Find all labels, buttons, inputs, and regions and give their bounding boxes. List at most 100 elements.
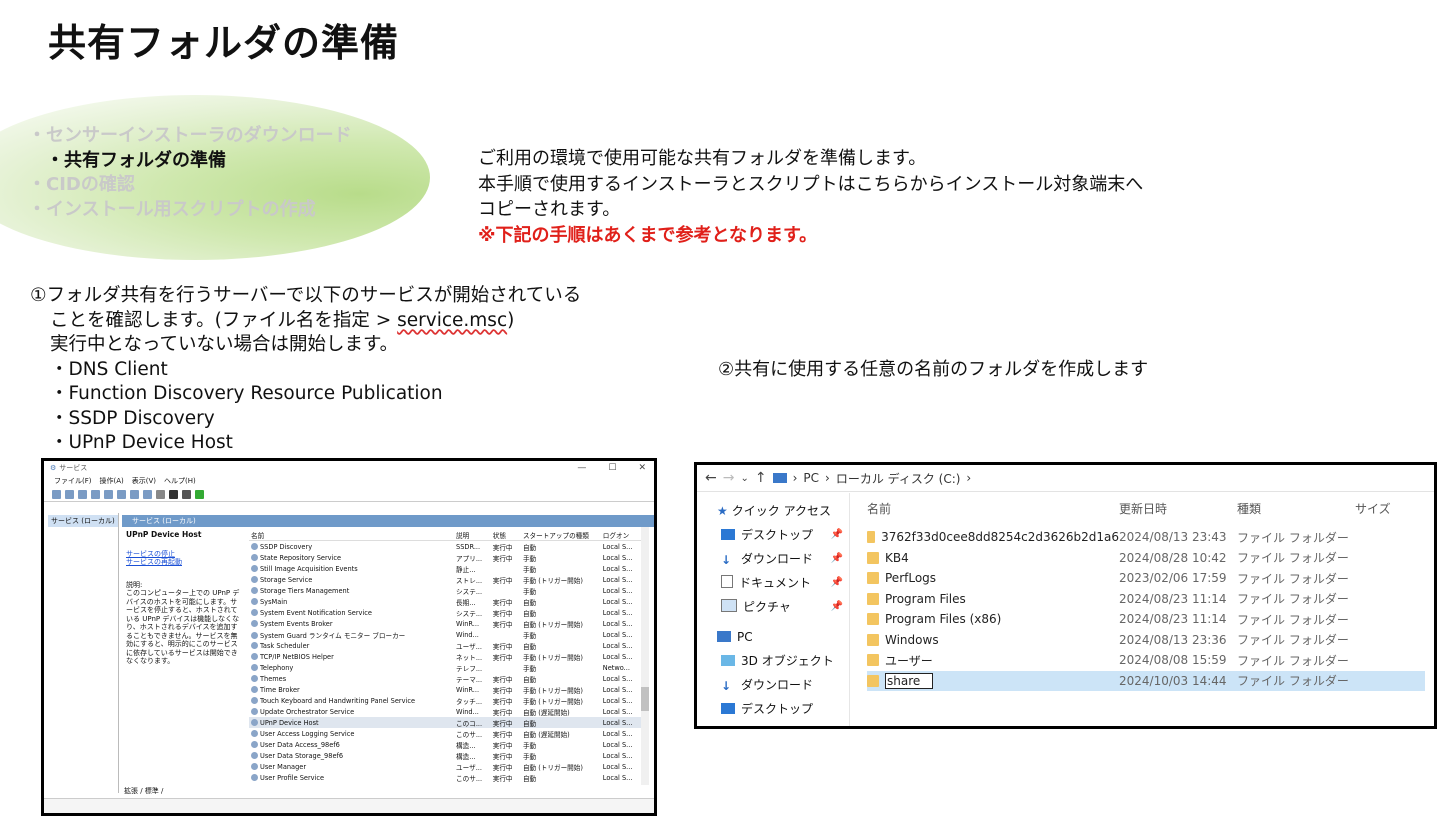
table-cell: User Profile Service	[249, 772, 454, 783]
nav-desktop-pc[interactable]: デスクトップ	[697, 697, 849, 721]
table-row[interactable]: TCP/IP NetBIOS Helper ネット... 実行中 手動 (トリガー開始…	[249, 651, 644, 662]
file-name-cell: Program Files	[867, 592, 1119, 606]
view-tabs[interactable]: 拡張 / 標準 /	[124, 786, 163, 796]
pin-icon[interactable]: 📌	[831, 523, 843, 547]
recent-chevron-icon[interactable]: ⌄	[740, 473, 748, 484]
nav-downloads-pc[interactable]: ↓ ダウンロード	[697, 673, 849, 697]
col-name[interactable]: 名前	[867, 495, 1119, 521]
table-row[interactable]: Still Image Acquisition Events 静止... 手動 Loc…	[249, 563, 644, 574]
maximize-icon[interactable]: ☐	[608, 463, 616, 473]
menu-action[interactable]: 操作(A)	[100, 476, 124, 486]
table-row[interactable]: Telephony テレフ... 手動 Netwo...	[249, 662, 644, 673]
column-header[interactable]: 説明	[454, 529, 491, 541]
table-cell: テレフ...	[456, 664, 483, 673]
nav-item-cid: ・CIDの確認	[28, 174, 135, 195]
table-row[interactable]: Storage Tiers Management システ... 手動 Local S.…	[249, 585, 644, 596]
nav-3d-objects[interactable]: 3D オブジェクト	[697, 649, 849, 673]
list-item[interactable]: share 2024/10/03 14:44 ファイル フォルダー	[867, 670, 1425, 691]
nav-downloads[interactable]: ↓ ダウンロード 📌	[697, 547, 849, 571]
table-row[interactable]: Update Orchestrator Service Wind... 実行中 自動 …	[249, 706, 644, 717]
col-modified[interactable]: 更新日時	[1119, 495, 1237, 521]
up-arrow-icon[interactable]: ↑	[755, 470, 767, 486]
column-header[interactable]: ログオン	[600, 529, 644, 541]
table-row[interactable]: Storage Service ストレ... 実行中 手動 (トリガー開始) Local…	[249, 574, 644, 585]
path-local-disk[interactable]: ローカル ディスク (C:)	[836, 470, 961, 487]
table-row[interactable]: User Data Access_98ef6 構造... 実行中 手動 Local S.…	[249, 739, 644, 750]
table-cell: 構造...	[456, 752, 476, 761]
pause-icon[interactable]	[182, 489, 191, 499]
stop-service-link[interactable]: サービスの停止	[126, 550, 244, 559]
menu-help[interactable]: ヘルプ(H)	[164, 476, 196, 486]
table-row[interactable]: System Guard ランタイム モニター ブローカー Wind... 手動 Lo…	[249, 629, 644, 640]
file-type: ファイル フォルダー	[1237, 530, 1349, 545]
list-item[interactable]: 3762f33d0cee8dd8254c2d3626b2d1a6 2024/08/…	[867, 527, 1425, 548]
list-item[interactable]: KB4 2024/08/28 10:42 ファイル フォルダー	[867, 548, 1425, 569]
table-row[interactable]: System Events Broker WinR... 実行中 自動 (トリガー開始…	[249, 618, 644, 629]
pin-icon[interactable]: 📌	[831, 571, 843, 595]
list-item[interactable]: Program Files (x86) 2024/08/23 11:14 ファイル …	[867, 609, 1425, 630]
scroll-thumb[interactable]	[641, 687, 649, 711]
minimize-icon[interactable]: —	[577, 463, 586, 473]
download-icon: ↓	[721, 553, 732, 567]
menu-file[interactable]: ファイル(F)	[54, 476, 92, 486]
restart-service-link[interactable]: サービスの再起動	[126, 558, 244, 567]
forward-icon[interactable]	[65, 489, 74, 499]
tree-item-services-local[interactable]: サービス (ローカル)	[48, 515, 118, 527]
column-header[interactable]: 名前	[249, 529, 455, 541]
table-row[interactable]: User Data Storage_98ef6 構造... 実行中 手動 Local S…	[249, 750, 644, 761]
list-item[interactable]: PerfLogs 2023/02/06 17:59 ファイル フォルダー	[867, 568, 1425, 589]
back-icon[interactable]	[52, 489, 61, 499]
stop-icon[interactable]	[169, 489, 178, 499]
restart-icon[interactable]	[195, 489, 204, 499]
list-item[interactable]: Program Files 2024/08/23 11:14 ファイル フォルダー	[867, 589, 1425, 610]
nav-pc[interactable]: PC	[697, 625, 849, 649]
pin-icon[interactable]: 📌	[831, 595, 843, 619]
table-row[interactable]: Themes テーマ... 実行中 自動 Local S...	[249, 673, 644, 684]
help-icon[interactable]	[130, 489, 139, 499]
vertical-scrollbar[interactable]	[641, 527, 649, 785]
nav-pictures[interactable]: ピクチャ 📌	[697, 595, 849, 619]
services-icon: ⚙	[50, 464, 57, 472]
col-type[interactable]: 種類	[1237, 495, 1355, 521]
service-description: 説明: このコンピューター上での UPnP デバイスのホストを可能にします。サー…	[126, 580, 240, 666]
pin-icon[interactable]: 📌	[831, 547, 843, 571]
service-gear-icon	[251, 542, 258, 550]
back-arrow-icon[interactable]: ←	[705, 470, 717, 486]
forward-arrow-icon[interactable]: →	[723, 470, 735, 486]
list-icon[interactable]	[91, 489, 100, 499]
refresh-icon[interactable]	[104, 489, 113, 499]
menu-view[interactable]: 表示(V)	[132, 476, 156, 486]
col-size[interactable]: サイズ	[1355, 495, 1391, 521]
close-icon[interactable]: ✕	[638, 463, 646, 473]
table-row[interactable]: UPnP Device Host このコ... 実行中 自動 Local S...	[249, 717, 644, 728]
table-cell: 実行中	[492, 730, 513, 739]
console-icon[interactable]	[78, 489, 87, 499]
table-row[interactable]: Task Scheduler ユーザ... 実行中 自動 Local S...	[249, 640, 644, 651]
table-cell: 実行中	[492, 653, 513, 662]
nav-quick-access[interactable]: ★ クイック アクセス	[697, 499, 849, 523]
properties-icon[interactable]	[143, 489, 152, 499]
table-row[interactable]: User Profile Service このサ... 実行中 自動 Local S..…	[249, 772, 644, 783]
path-pc[interactable]: PC	[803, 471, 819, 485]
column-header[interactable]: 状態	[490, 529, 521, 541]
selected-service-name: UPnP Device Host	[126, 530, 202, 539]
list-item[interactable]: Windows 2024/08/13 23:36 ファイル フォルダー	[867, 630, 1425, 651]
start-icon[interactable]	[156, 489, 165, 499]
table-row[interactable]: User Access Logging Service このサ... 実行中 自動 (…	[249, 728, 644, 739]
service-name: System Events Broker	[260, 619, 333, 628]
table-row[interactable]: State Repository Service アプリ... 実行中 手動 Local…	[249, 552, 644, 563]
nav-desktop[interactable]: デスクトップ 📌	[697, 523, 849, 547]
table-row[interactable]: SSDP Discovery SSDR... 実行中 自動 Local S...	[249, 541, 644, 553]
column-header[interactable]: スタートアップの種類	[520, 529, 601, 541]
file-type: ファイル フォルダー	[1237, 653, 1349, 668]
table-row[interactable]: Touch Keyboard and Handwriting Panel Ser…	[249, 695, 644, 706]
table-row[interactable]: System Event Notification Service システ... 実…	[249, 607, 644, 618]
nav-documents[interactable]: ドキュメント 📌	[697, 571, 849, 595]
rename-input[interactable]: share	[885, 672, 933, 689]
list-item[interactable]: ユーザー 2024/08/08 15:59 ファイル フォルダー	[867, 650, 1425, 671]
table-cell: 実行中	[492, 686, 513, 695]
export-icon[interactable]	[117, 489, 126, 499]
table-row[interactable]: User Manager ユーザ... 実行中 自動 (トリガー開始) Local S.…	[249, 761, 644, 772]
table-row[interactable]: SysMain 長期... 実行中 自動 Local S...	[249, 596, 644, 607]
table-row[interactable]: Time Broker WinR... 実行中 手動 (トリガー開始) Local S.…	[249, 684, 644, 695]
